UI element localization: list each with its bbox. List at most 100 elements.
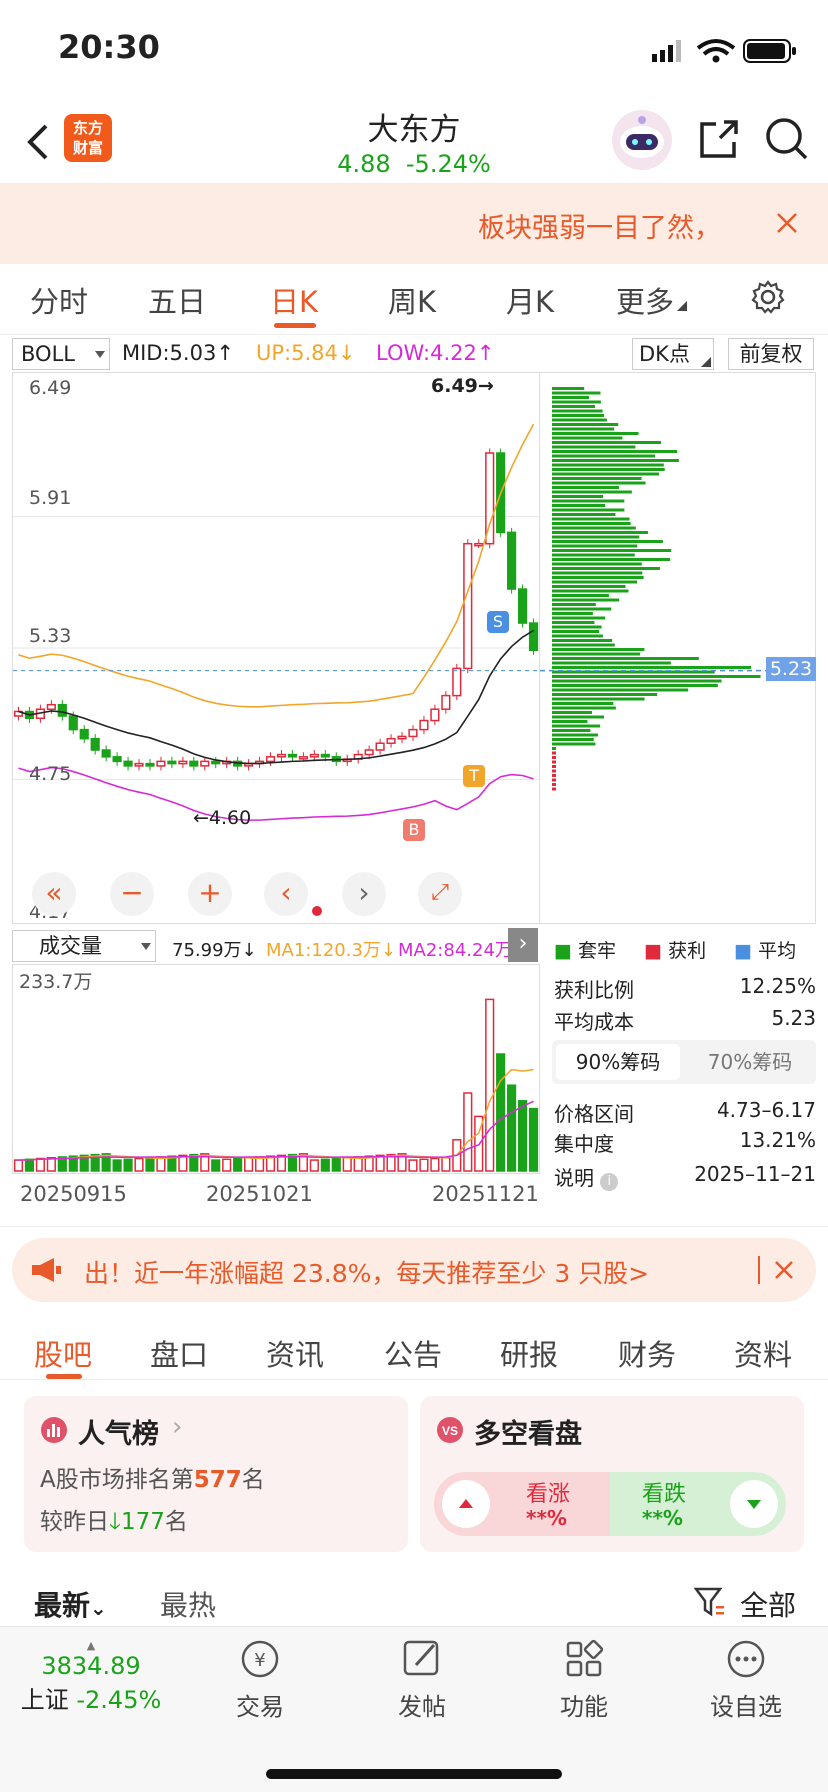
chip-bar: [552, 585, 626, 588]
feed-latest-label: 最新: [34, 1589, 91, 1622]
volume-ma2-text: MA2:84.24万: [398, 940, 513, 961]
candle-body: [441, 694, 451, 710]
volume-bar: 成交量 75.99万↓ MA1:120.3万↓ MA2:84.24万↓ ›: [0, 928, 540, 964]
chip-bar: [552, 621, 595, 624]
tab-monthly-k[interactable]: 月K: [506, 279, 554, 321]
note-row[interactable]: 说明 i 2025–11–21: [554, 1162, 816, 1191]
chip-bar: [552, 693, 658, 696]
chip-bar: [552, 760, 556, 764]
indicator-dot: [312, 906, 322, 916]
chip-tab-90[interactable]: 90%筹码: [556, 1044, 680, 1080]
ad-bar[interactable]: 出！近一年涨幅超 23.8%，每天推荐至少 3 只股>: [12, 1238, 816, 1302]
status-icons: [652, 39, 796, 63]
volume-select[interactable]: 成交量: [12, 930, 156, 962]
share-icon[interactable]: [696, 118, 740, 162]
boll-upper-line: [18, 423, 535, 708]
tab-order-book[interactable]: 盘口: [150, 1332, 208, 1374]
add-watchlist-button[interactable]: 设自选: [686, 1637, 806, 1722]
adjust-button[interactable]: 前复权: [728, 338, 814, 370]
bullish-button[interactable]: 看涨 **%: [434, 1472, 610, 1536]
search-icon[interactable]: [764, 116, 810, 162]
volume-ma1: MA1:120.3万↓: [266, 940, 396, 961]
indicator-bar: BOLL MID:5.03↑ UP:5.84↓ LOW:4.22↑ DK点 前复…: [0, 335, 828, 373]
close-icon[interactable]: [774, 1260, 794, 1280]
chip-bar: [552, 535, 640, 539]
tab-announcements[interactable]: 公告: [384, 1332, 442, 1374]
scroll-right-button[interactable]: ›: [342, 872, 386, 916]
high-price-value: 6.49: [431, 375, 478, 397]
low-price-marker: ←4.60: [193, 807, 252, 829]
candle-body: [134, 762, 144, 767]
feed-latest[interactable]: 最新⌄: [34, 1584, 107, 1624]
index-ticker[interactable]: ▲ 3834.89 上证 -2.45%: [16, 1639, 166, 1715]
tab-five-day[interactable]: 五日: [148, 279, 206, 321]
chip-bar: [552, 684, 718, 687]
tab-intraday[interactable]: 分时: [30, 279, 88, 321]
feed-hot[interactable]: 最热: [160, 1584, 216, 1624]
tab-news[interactable]: 资讯: [266, 1332, 324, 1374]
vs-icon: VS: [437, 1417, 463, 1443]
chip-bar: [552, 715, 605, 719]
zoom-in-button[interactable]: +: [188, 872, 232, 916]
sell-marker-s[interactable]: S: [487, 611, 509, 633]
tab-more[interactable]: 更多: [616, 279, 674, 321]
dk-point-button[interactable]: DK点: [632, 338, 714, 370]
chip-bar: [552, 751, 556, 755]
chip-bar: [552, 742, 596, 746]
candle-body: [101, 749, 111, 758]
index-line: 上证 -2.45%: [16, 1680, 166, 1715]
legend-average-marker: ■: [734, 940, 753, 962]
popularity-card[interactable]: 人气榜 › A股市场排名第577名 较昨日🡓177名: [24, 1396, 408, 1552]
tab-weekly-k[interactable]: 周K: [388, 279, 436, 321]
indicator-select[interactable]: BOLL: [12, 338, 110, 370]
expand-arrow-icon[interactable]: ›: [508, 928, 538, 962]
feed-filter-all[interactable]: 全部: [740, 1584, 796, 1624]
scroll-left-button[interactable]: ‹: [264, 872, 308, 916]
buy-marker-b[interactable]: B: [403, 819, 425, 841]
chip-bar: [552, 679, 722, 683]
chip-bar: [552, 720, 588, 723]
y-label-4: 4.75: [29, 763, 72, 785]
chip-bar: [552, 553, 635, 557]
tab-finance[interactable]: 财务: [618, 1332, 676, 1374]
avg-cost-tag: 5.23: [766, 657, 816, 681]
chip-tab-70[interactable]: 70%筹码: [688, 1044, 812, 1080]
tab-profile[interactable]: 资料: [734, 1332, 792, 1374]
tab-guba[interactable]: 股吧: [34, 1332, 92, 1374]
trade-button[interactable]: ¥ 交易: [200, 1637, 320, 1722]
tab-daily-k[interactable]: 日K: [270, 279, 318, 321]
chip-bar: [552, 598, 620, 602]
candle-body: [419, 719, 429, 731]
info-icon[interactable]: i: [600, 1173, 619, 1191]
scroll-left-fast-button[interactable]: «: [32, 872, 76, 916]
candle-body: [528, 622, 539, 652]
chip-bar: [552, 625, 602, 629]
zoom-out-button[interactable]: −: [110, 872, 154, 916]
popularity-rank: A股市场排名第577名: [40, 1460, 265, 1494]
kline-chart[interactable]: 6.49 5.91 5.33 4.75 4.17 6.49→ ←4.60 S T…: [12, 372, 540, 924]
robot-assistant-icon[interactable]: [610, 108, 674, 172]
promo-banner[interactable]: 板块强弱一目了然，: [0, 184, 828, 264]
fullscreen-button[interactable]: ⤢: [418, 872, 462, 916]
post-button[interactable]: 发帖: [362, 1637, 482, 1722]
filter-icon[interactable]: [694, 1586, 726, 1618]
volume-chart[interactable]: 233.7万: [12, 964, 540, 1174]
candle-body: [309, 753, 319, 758]
chip-bar: [552, 639, 613, 642]
close-icon[interactable]: [776, 212, 798, 234]
date-label-end: 20251121: [432, 1182, 539, 1206]
settings-icon[interactable]: [750, 279, 786, 315]
chip-bar: [552, 531, 648, 534]
bearish-button[interactable]: 看跌 **%: [610, 1472, 786, 1536]
chip-bar: [552, 414, 604, 417]
tab-research[interactable]: 研报: [500, 1332, 558, 1374]
function-button[interactable]: 功能: [524, 1637, 644, 1722]
chip-bar: [552, 463, 664, 467]
boll-up: UP:5.84↓: [256, 341, 356, 365]
marker-t[interactable]: T: [463, 765, 485, 787]
active-tab-indicator: [46, 1374, 82, 1379]
long-short-card[interactable]: VS 多空看盘 看涨 **% 看跌 **%: [420, 1396, 804, 1552]
concentration-value: 13.21%: [739, 1128, 816, 1152]
chip-bar: [552, 634, 603, 638]
candle-body: [211, 760, 221, 765]
